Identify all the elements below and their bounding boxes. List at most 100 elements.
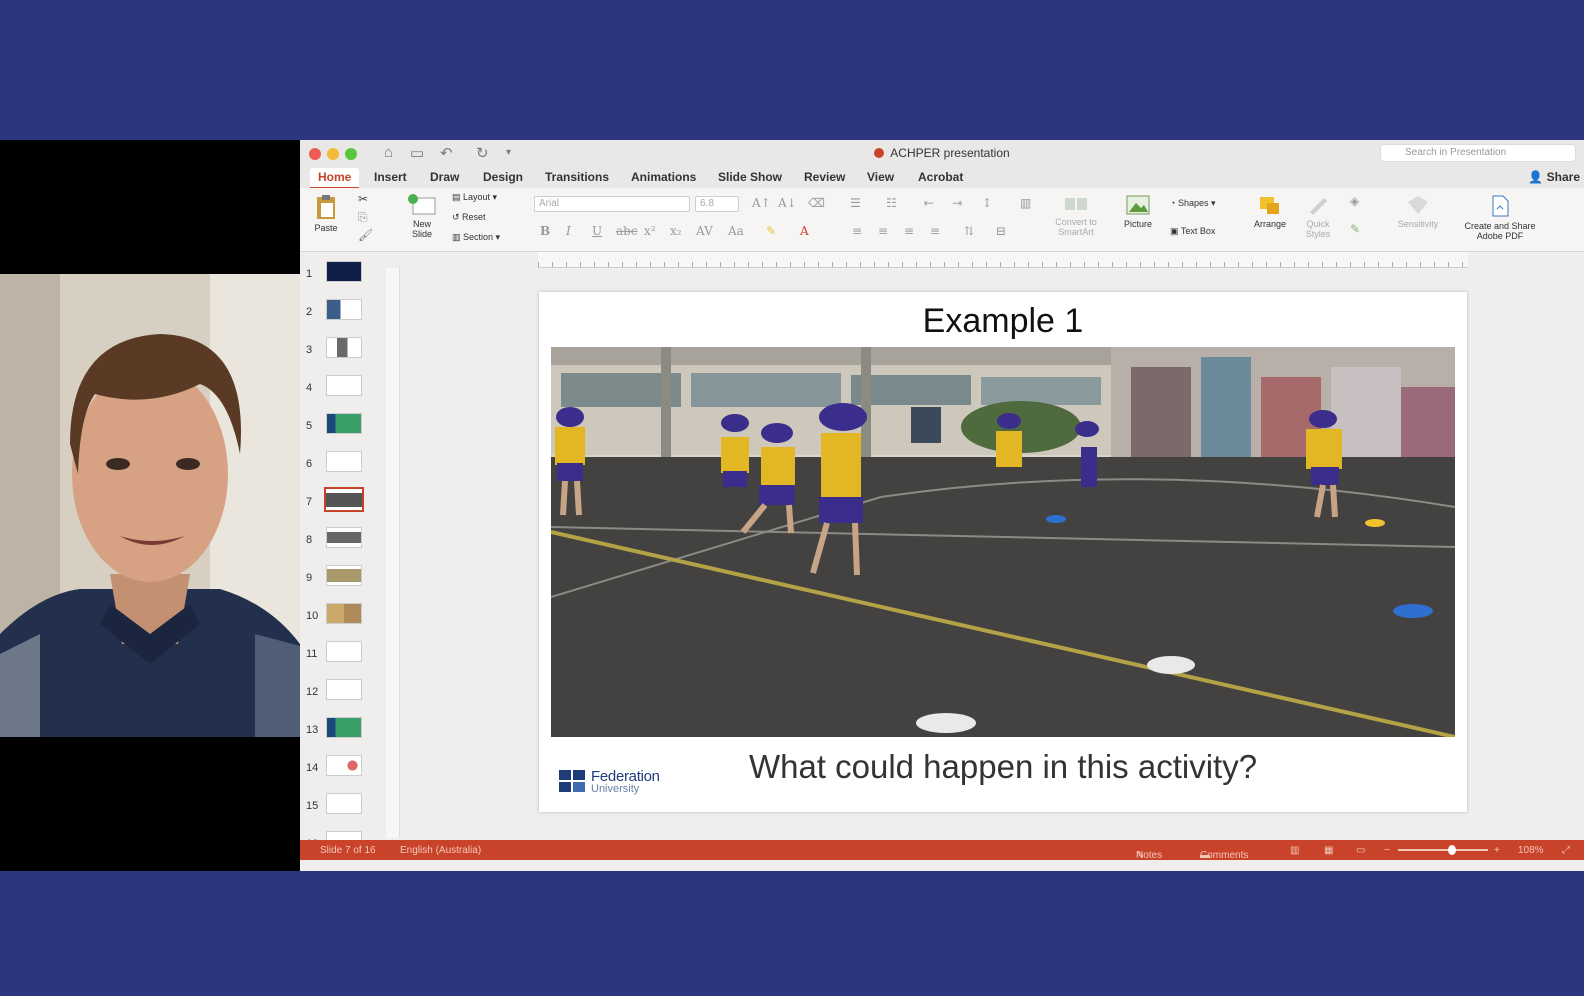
increase-font-icon[interactable]: A↑ [752,196,771,210]
slide-counter: Slide 7 of 16 [320,845,376,856]
tab-design[interactable]: Design [483,170,523,184]
subscript-icon[interactable]: x₂ [670,224,682,238]
font-color-icon[interactable]: A [800,224,809,238]
increase-indent-icon[interactable]: ⇥ [952,196,962,210]
align-text-icon[interactable]: ⊟ [996,224,1006,238]
shape-fill-icon[interactable]: ◈ [1350,194,1359,208]
slide-thumbnail[interactable]: 2 [300,296,384,334]
numbering-icon[interactable]: ☷ [886,196,897,210]
slide-thumbnail[interactable]: 12 [300,676,384,714]
zoom-slider-thumb[interactable] [1448,845,1456,855]
fit-to-window-icon[interactable]: ⤢ [1562,845,1570,856]
slide-thumbnail[interactable]: 10 [300,600,384,638]
slide-thumbnail[interactable]: 6 [300,448,384,486]
strikethrough-icon[interactable]: abc [616,224,638,238]
share-button[interactable]: 👤 Share [1528,170,1580,184]
slide-photo[interactable] [551,347,1455,737]
font-size-field[interactable]: 6.8 [695,196,739,212]
justify-icon[interactable]: ≡ [930,224,940,238]
font-name-field[interactable]: Arial [534,196,690,212]
underline-icon[interactable]: U [592,224,602,238]
text-direction-icon[interactable]: ⇅ [964,224,974,238]
new-slide-button[interactable]: New Slide [402,194,442,239]
reset-icon: ↺ [452,212,463,222]
change-case-icon[interactable]: Aa [728,224,744,238]
arrange-button[interactable]: Arrange [1250,194,1290,229]
share-icon: 👤 [1528,170,1547,184]
create-pdf-button[interactable]: Create and Share Adobe PDF [1458,194,1542,241]
bold-icon[interactable]: B [540,224,550,238]
slide-thumbnail[interactable]: 1 [300,258,384,296]
slide-sorter-icon[interactable]: ▦ [1324,845,1333,856]
layout-button[interactable]: ▤ Layout ▾ [452,192,497,202]
slide-thumbnail[interactable]: 9 [300,562,384,600]
zoom-in-button[interactable]: + [1494,845,1500,856]
shape-outline-icon[interactable]: ✎ [1350,222,1360,236]
char-spacing-icon[interactable]: AV [696,224,713,238]
slide-thumbnail[interactable]: 5 [300,410,384,448]
decrease-indent-icon[interactable]: ⇤ [924,196,934,210]
slide-thumbnail[interactable]: 3 [300,334,384,372]
copy-icon[interactable]: ⎘ [358,210,368,225]
decrease-font-icon[interactable]: A↓ [778,196,797,210]
slide-thumbnail[interactable]: 14 [300,752,384,790]
search-input[interactable]: Search in Presentation [1380,144,1576,162]
ribbon-tabs: Home Insert Draw Design Transitions Anim… [300,166,1584,189]
convert-smartart-button[interactable]: Convert to SmartArt [1048,194,1104,237]
normal-view-icon[interactable]: ▥ [1290,845,1299,856]
slide-canvas[interactable]: Example 1 What could happen in this acti… [539,292,1467,812]
language-indicator[interactable]: English (Australia) [400,845,481,856]
slide-thumbnail[interactable]: 8 [300,524,384,562]
sensitivity-button[interactable]: Sensitivity [1390,194,1446,229]
tab-view[interactable]: View [867,170,894,184]
slide-thumbnail[interactable]: 4 [300,372,384,410]
tab-slide-show[interactable]: Slide Show [718,170,782,184]
section-icon: ▥ [452,232,464,242]
slideshow-view-icon[interactable]: ▭ [1356,845,1365,856]
zoom-slider[interactable] [1398,845,1488,855]
picture-button[interactable]: Picture [1120,194,1156,229]
webcam-feed [0,274,300,737]
line-spacing-icon[interactable]: ↕ [982,196,992,210]
highlight-icon[interactable]: ✎ [766,224,776,238]
slide-thumbnail[interactable]: 13 [300,714,384,752]
federation-logo-icon [559,770,585,792]
format-painter-icon[interactable]: 🖌 [358,228,373,242]
quick-styles-button[interactable]: Quick Styles [1300,194,1336,239]
text-box-button[interactable]: ▣ Text Box [1170,226,1215,236]
federation-university-logo: Federation University [559,768,669,798]
cut-icon[interactable]: ✂ [358,192,368,206]
italic-icon[interactable]: I [566,224,571,238]
layout-icon: ▤ [452,192,464,202]
slide-title[interactable]: Example 1 [539,302,1467,341]
slide-caption[interactable]: What could happen in this activity? [539,748,1467,786]
tab-animations[interactable]: Animations [631,170,696,184]
slide-thumbnail[interactable]: 15 [300,790,384,828]
align-left-icon[interactable]: ≡ [852,224,862,238]
slide-thumbnail-selected[interactable]: 7 [300,486,384,524]
quick-styles-icon [1310,198,1327,215]
tab-home[interactable]: Home [310,168,360,189]
tab-insert[interactable]: Insert [374,170,407,184]
zoom-level[interactable]: 108% [1518,845,1544,856]
section-button[interactable]: ▥ Section ▾ [452,232,500,242]
tab-acrobat[interactable]: Acrobat [918,170,963,184]
picture-icon [1126,195,1150,215]
new-slide-icon [408,194,436,215]
reset-button[interactable]: ↺ Reset [452,212,486,222]
superscript-icon[interactable]: x² [644,224,656,238]
clear-format-icon[interactable]: ⌫ [808,196,825,210]
tab-review[interactable]: Review [804,170,845,184]
vertical-ruler [386,268,400,838]
shapes-button[interactable]: ◔ Shapes ▾ [1170,198,1216,208]
horizontal-ruler [538,252,1468,268]
align-right-icon[interactable]: ≡ [904,224,914,238]
align-center-icon[interactable]: ≡ [878,224,888,238]
columns-icon[interactable]: ▥ [1020,196,1031,210]
slide-thumbnail[interactable]: 11 [300,638,384,676]
paste-button[interactable]: Paste [308,194,344,233]
zoom-out-button[interactable]: − [1384,845,1390,856]
tab-transitions[interactable]: Transitions [545,170,609,184]
bullets-icon[interactable]: ☰ [850,196,861,210]
tab-draw[interactable]: Draw [430,170,459,184]
